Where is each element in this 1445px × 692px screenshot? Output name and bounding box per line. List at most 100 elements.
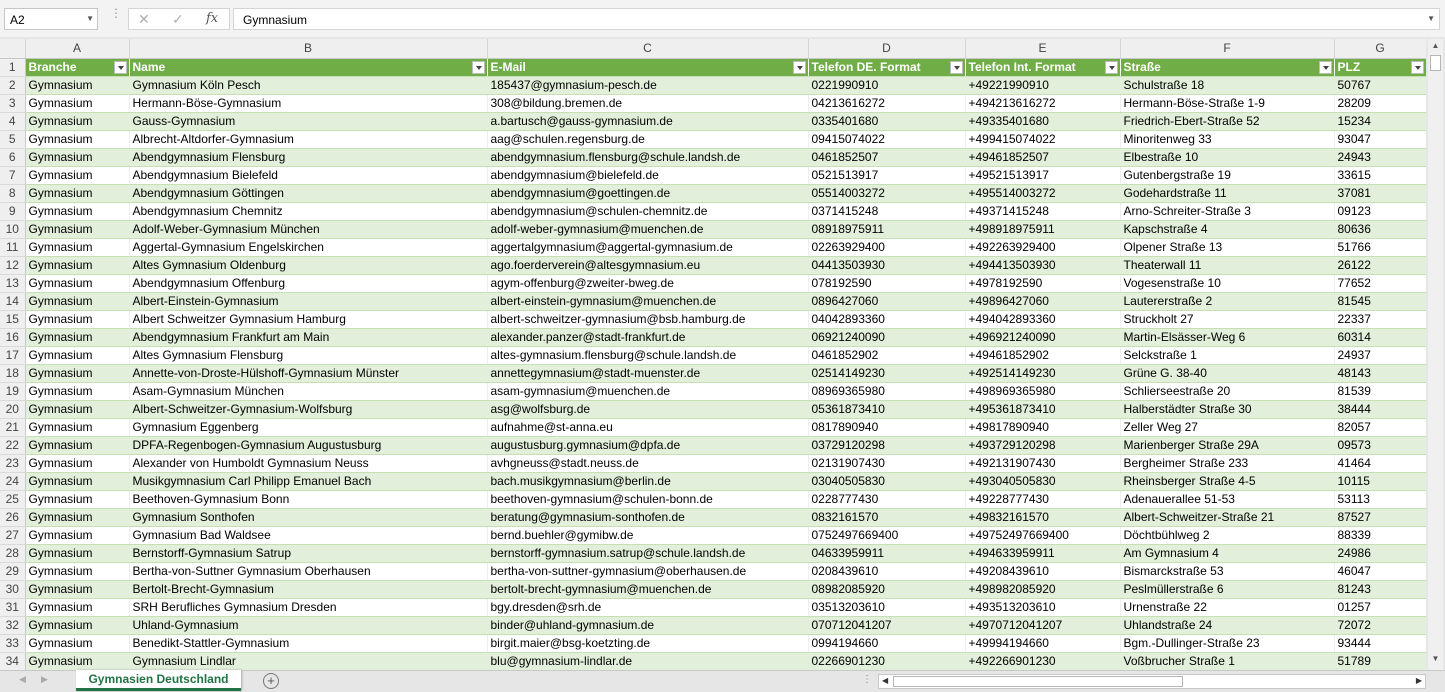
cell[interactable]: +49994194660 bbox=[965, 634, 1121, 653]
cell[interactable]: 0896427060 bbox=[808, 292, 966, 311]
cell[interactable]: 02266901230 bbox=[808, 652, 966, 670]
cell[interactable]: 51789 bbox=[1334, 652, 1426, 670]
cell[interactable]: bach.musikgymnasium@berlin.de bbox=[487, 472, 809, 491]
cell[interactable]: +493513203610 bbox=[965, 598, 1121, 617]
filter-dropdown-icon[interactable] bbox=[1318, 60, 1332, 74]
cell[interactable]: Annette-von-Droste-Hülshoff-Gymnasium Mü… bbox=[129, 364, 488, 383]
cell[interactable]: bertha-von-suttner-gymnasium@oberhausen.… bbox=[487, 562, 809, 581]
cell[interactable]: Hermann-Böse-Straße 1-9 bbox=[1120, 94, 1335, 113]
expand-formula-bar-icon[interactable]: ▼ bbox=[1427, 14, 1435, 23]
cell[interactable]: 0228777430 bbox=[808, 490, 966, 509]
cell[interactable]: +498982085920 bbox=[965, 580, 1121, 599]
cell[interactable]: +499415074022 bbox=[965, 130, 1121, 149]
cell[interactable]: aufnahme@st-anna.eu bbox=[487, 418, 809, 437]
cell[interactable]: Gymnasium bbox=[25, 130, 130, 149]
cell[interactable]: beethoven-gymnasium@schulen-bonn.de bbox=[487, 490, 809, 509]
row-header[interactable]: 27 bbox=[0, 526, 26, 545]
drag-handle-icon[interactable]: ⋮ bbox=[110, 7, 122, 19]
cell[interactable]: 26122 bbox=[1334, 256, 1426, 275]
cell[interactable]: 88339 bbox=[1334, 526, 1426, 545]
cell[interactable]: Albert-Schweitzer-Gymnasium-Wolfsburg bbox=[129, 400, 488, 419]
cell[interactable]: agym-offenburg@zweiter-bweg.de bbox=[487, 274, 809, 293]
cell[interactable]: Vogesenstraße 10 bbox=[1120, 274, 1335, 293]
horizontal-scrollbar[interactable]: ◀ ▶ bbox=[878, 674, 1426, 689]
cell[interactable]: bernd.buehler@gymibw.de bbox=[487, 526, 809, 545]
cell[interactable]: 04633959911 bbox=[808, 544, 966, 563]
cell[interactable]: +494042893360 bbox=[965, 310, 1121, 329]
cell[interactable]: adolf-weber-gymnasium@muenchen.de bbox=[487, 220, 809, 239]
cell[interactable]: Elbestraße 10 bbox=[1120, 148, 1335, 167]
row-header[interactable]: 6 bbox=[0, 148, 26, 167]
cell[interactable]: Gymnasium bbox=[25, 400, 130, 419]
row-header[interactable]: 12 bbox=[0, 256, 26, 275]
cell[interactable]: 93047 bbox=[1334, 130, 1426, 149]
cell[interactable]: Theaterwall 11 bbox=[1120, 256, 1335, 275]
cell[interactable]: abendgymnasium@goettingen.de bbox=[487, 184, 809, 203]
cell[interactable]: +49221990910 bbox=[965, 76, 1121, 95]
row-header[interactable]: 7 bbox=[0, 166, 26, 185]
cell[interactable]: +49752497669400 bbox=[965, 526, 1121, 545]
cell[interactable]: Grüne G. 38-40 bbox=[1120, 364, 1335, 383]
cell[interactable]: 078192590 bbox=[808, 274, 966, 293]
row-header[interactable]: 34 bbox=[0, 652, 26, 670]
cell[interactable]: Gymnasium bbox=[25, 184, 130, 203]
next-sheet-icon[interactable]: ▶ bbox=[41, 674, 48, 685]
row-header[interactable]: 16 bbox=[0, 328, 26, 347]
cell[interactable]: Zeller Weg 27 bbox=[1120, 418, 1335, 437]
row-header[interactable]: 2 bbox=[0, 76, 26, 95]
row-header[interactable]: 14 bbox=[0, 292, 26, 311]
cell[interactable]: +494213616272 bbox=[965, 94, 1121, 113]
cell[interactable]: Gymnasium bbox=[25, 382, 130, 401]
cell[interactable]: Voßbrucher Straße 1 bbox=[1120, 652, 1335, 670]
cell[interactable]: aggertalgymnasium@aggertal-gymnasium.de bbox=[487, 238, 809, 257]
cell[interactable]: Gymnasium bbox=[25, 472, 130, 491]
cell[interactable]: Gymnasium Bad Waldsee bbox=[129, 526, 488, 545]
cell[interactable]: +492131907430 bbox=[965, 454, 1121, 473]
row-header[interactable]: 8 bbox=[0, 184, 26, 203]
cell[interactable]: Albert-Schweitzer-Straße 21 bbox=[1120, 508, 1335, 527]
cell[interactable]: +4978192590 bbox=[965, 274, 1121, 293]
cell[interactable]: 50767 bbox=[1334, 76, 1426, 95]
cell[interactable]: 0832161570 bbox=[808, 508, 966, 527]
cell[interactable]: Peslmüllerstraße 6 bbox=[1120, 580, 1335, 599]
row-header[interactable]: 13 bbox=[0, 274, 26, 293]
row-header[interactable]: 26 bbox=[0, 508, 26, 527]
row-header[interactable]: 31 bbox=[0, 598, 26, 617]
cell[interactable]: +494413503930 bbox=[965, 256, 1121, 275]
row-header[interactable]: 33 bbox=[0, 634, 26, 653]
cell[interactable]: blu@gymnasium-lindlar.de bbox=[487, 652, 809, 670]
cell[interactable]: Musikgymnasium Carl Philipp Emanuel Bach bbox=[129, 472, 488, 491]
cell[interactable]: Arno-Schreiter-Straße 3 bbox=[1120, 202, 1335, 221]
cell[interactable]: +496921240090 bbox=[965, 328, 1121, 347]
cell[interactable]: 15234 bbox=[1334, 112, 1426, 131]
cell[interactable]: Gymnasium bbox=[25, 220, 130, 239]
scroll-right-icon[interactable]: ▶ bbox=[1416, 676, 1422, 685]
header-cell-name[interactable]: Name bbox=[129, 58, 488, 77]
spreadsheet-grid[interactable]: A B C D E F G 1 Branche Name E-Mail Tele… bbox=[0, 39, 1426, 670]
filter-dropdown-icon[interactable] bbox=[1104, 60, 1118, 74]
cell[interactable]: bertolt-brecht-gymnasium@muenchen.de bbox=[487, 580, 809, 599]
row-header[interactable]: 1 bbox=[0, 58, 26, 77]
cell[interactable]: Gymnasium bbox=[25, 580, 130, 599]
cell[interactable]: Bgm.-Dullinger-Straße 23 bbox=[1120, 634, 1335, 653]
cell[interactable]: 77652 bbox=[1334, 274, 1426, 293]
cell[interactable]: 37081 bbox=[1334, 184, 1426, 203]
cell[interactable]: Asam-Gymnasium München bbox=[129, 382, 488, 401]
cell[interactable]: 46047 bbox=[1334, 562, 1426, 581]
cell[interactable]: Gauss-Gymnasium bbox=[129, 112, 488, 131]
cell[interactable]: 06921240090 bbox=[808, 328, 966, 347]
cell[interactable]: Gymnasium bbox=[25, 418, 130, 437]
cell[interactable]: 0371415248 bbox=[808, 202, 966, 221]
cell[interactable]: 04413503930 bbox=[808, 256, 966, 275]
row-header[interactable]: 29 bbox=[0, 562, 26, 581]
vertical-scroll-thumb[interactable] bbox=[1430, 55, 1441, 71]
cell[interactable]: Bernstorff-Gymnasium Satrup bbox=[129, 544, 488, 563]
cell[interactable]: +498969365980 bbox=[965, 382, 1121, 401]
cell[interactable]: Albert Schweitzer Gymnasium Hamburg bbox=[129, 310, 488, 329]
cell[interactable]: +495514003272 bbox=[965, 184, 1121, 203]
cell[interactable]: 10115 bbox=[1334, 472, 1426, 491]
cell[interactable]: 93444 bbox=[1334, 634, 1426, 653]
cell[interactable]: 04213616272 bbox=[808, 94, 966, 113]
cell[interactable]: SRH Berufliches Gymnasium Dresden bbox=[129, 598, 488, 617]
cell[interactable]: Gymnasium bbox=[25, 346, 130, 365]
